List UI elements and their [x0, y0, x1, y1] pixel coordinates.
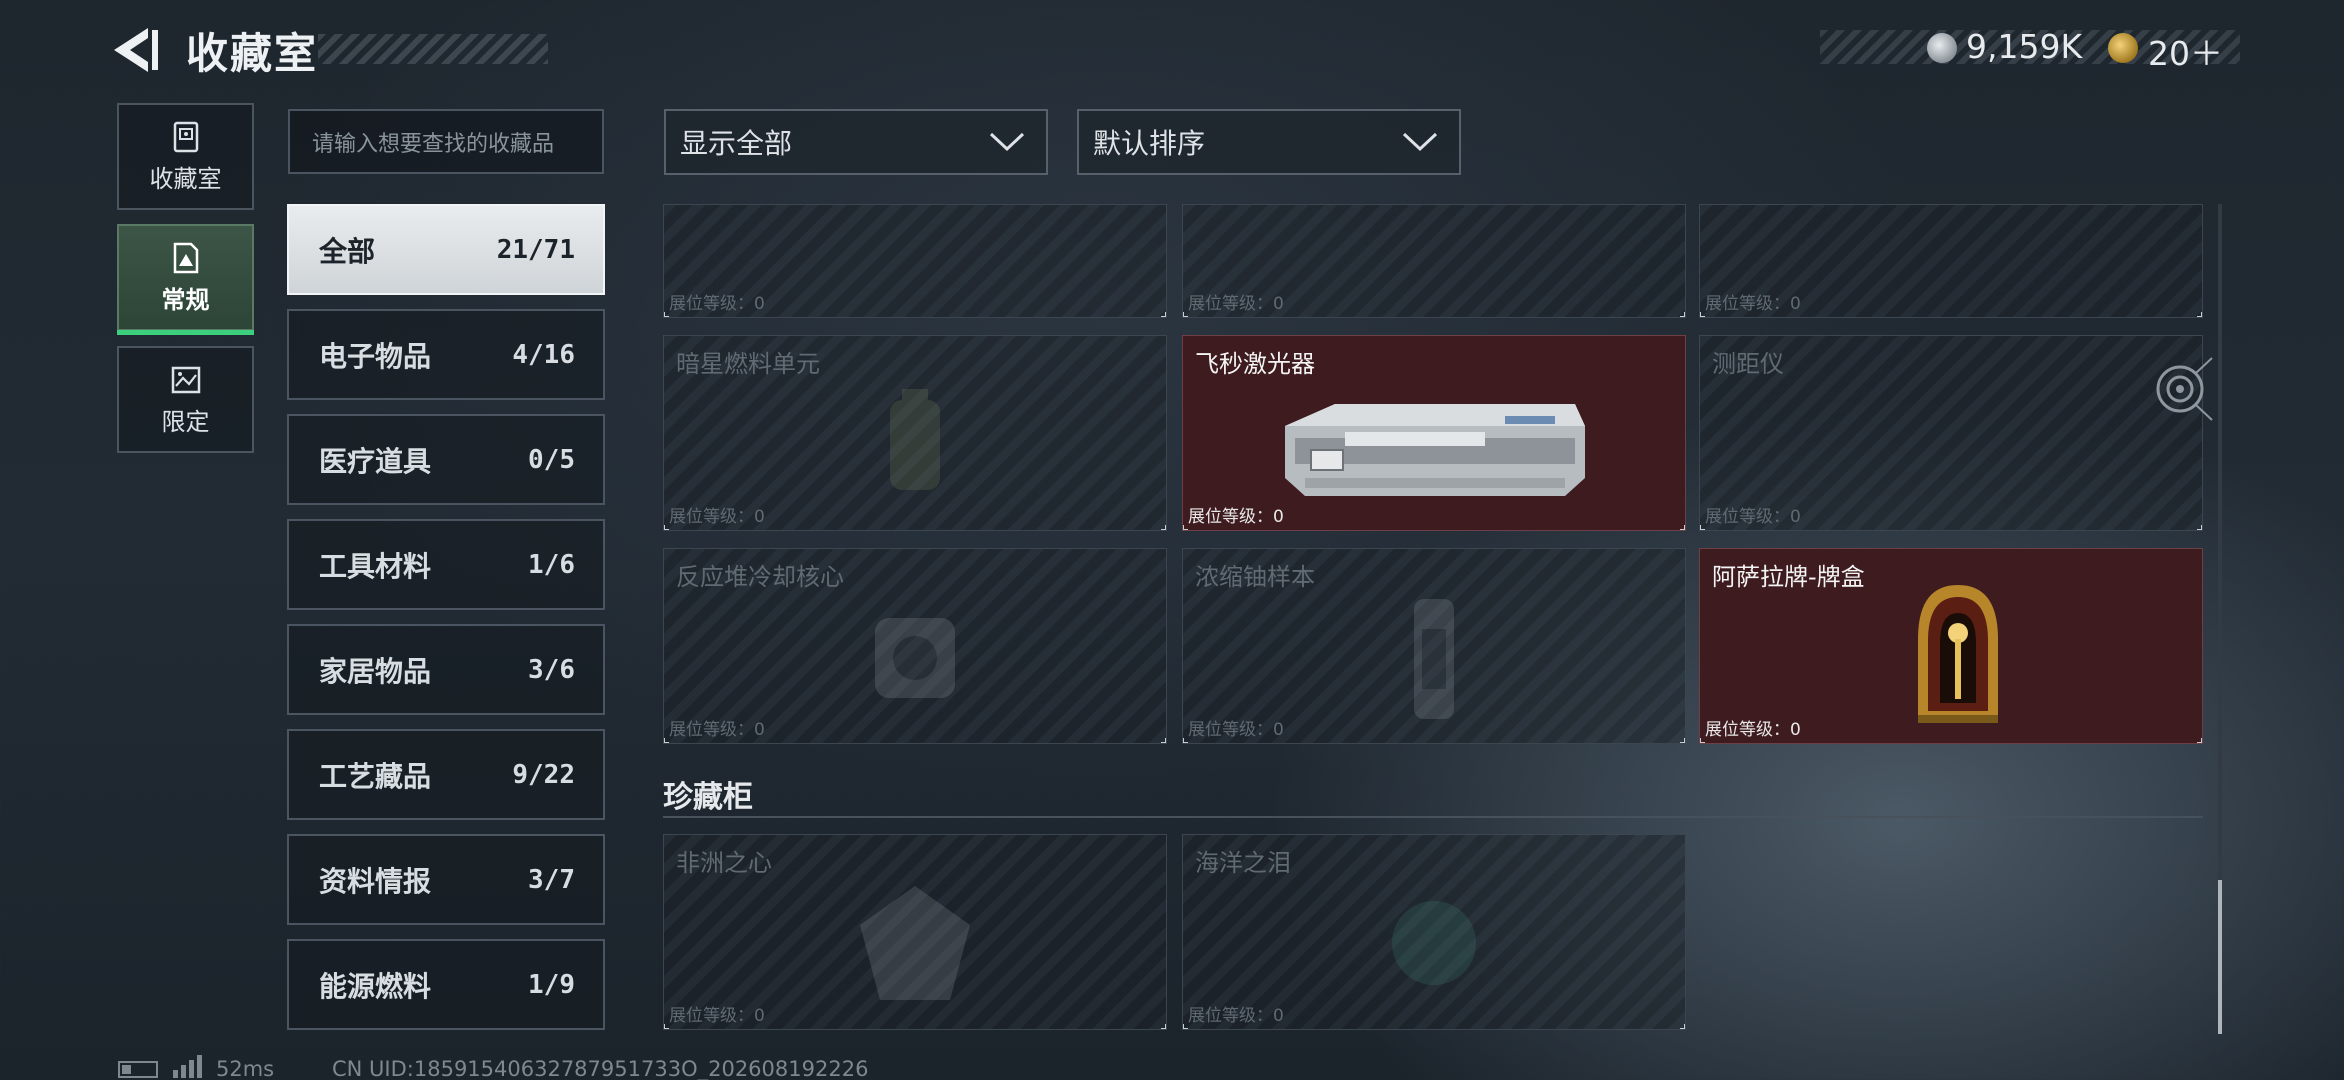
- category-count: 1/9: [528, 969, 575, 1000]
- item-name: 阿萨拉牌-牌盒: [1712, 563, 1865, 591]
- item-level: 展位等级：0: [669, 507, 765, 527]
- rail-tab-regular[interactable]: 常规: [117, 224, 254, 335]
- category-name: 工艺藏品: [319, 759, 432, 793]
- reactor-core-icon: [875, 618, 955, 698]
- category-count: 21/71: [496, 234, 575, 265]
- collection-item-slot[interactable]: 暗星燃料单元 展位等级：0: [663, 335, 1167, 531]
- item-name: 非洲之心: [676, 849, 772, 877]
- chevron-down-icon: [989, 132, 1025, 152]
- category-medical[interactable]: 医疗道具 0/5: [287, 414, 605, 505]
- uranium-sample-icon: [1414, 599, 1454, 719]
- category-household[interactable]: 家居物品 3/6: [287, 624, 605, 715]
- category-count: 3/6: [528, 654, 575, 685]
- collection-item-slot[interactable]: 阿萨拉牌-牌盒 展位等级：0: [1699, 548, 2203, 744]
- search-input[interactable]: 请输入想要查找的收藏品: [288, 109, 604, 174]
- signal-icon: [173, 1055, 202, 1078]
- category-name: 电子物品: [319, 339, 432, 373]
- category-count: 9/22: [512, 759, 575, 790]
- category-name: 家居物品: [319, 654, 432, 688]
- category-name: 工具材料: [319, 549, 432, 583]
- category-all[interactable]: 全部 21/71: [287, 204, 605, 295]
- gold-currency-value: 20＋: [2148, 34, 2223, 73]
- gold-coin-icon: [2108, 33, 2138, 63]
- category-tools[interactable]: 工具材料 1/6: [287, 519, 605, 610]
- item-level: 展位等级：0: [1188, 507, 1284, 527]
- collection-item-slot[interactable]: 反应堆冷却核心 展位等级：0: [663, 548, 1167, 744]
- collection-item-slot[interactable]: 浓缩铀样本 展位等级：0: [1182, 548, 1686, 744]
- collection-item-slot[interactable]: 海洋之泪 展位等级：0: [1182, 834, 1686, 1030]
- item-name: 飞秒激光器: [1195, 350, 1315, 378]
- collection-item-slot[interactable]: 飞秒激光器 展位等级：0: [1182, 335, 1686, 531]
- back-arrow-icon[interactable]: [110, 26, 164, 74]
- filter-dropdown[interactable]: 显示全部: [664, 109, 1048, 175]
- chevron-down-icon: [1402, 132, 1438, 152]
- category-crafts[interactable]: 工艺藏品 9/22: [287, 729, 605, 820]
- item-level: 展位等级：0: [1188, 720, 1284, 740]
- document-icon: [173, 242, 198, 274]
- collection-item-slot[interactable]: 展位等级：0: [1699, 204, 2203, 318]
- user-uid: CN UID:18591540632787951733O_20260819222…: [332, 1057, 869, 1080]
- item-level: 展位等级：0: [669, 294, 765, 314]
- collection-item-slot[interactable]: 测距仪 展位等级：0: [1699, 335, 2203, 531]
- collection-item-slot[interactable]: 展位等级：0: [663, 204, 1167, 318]
- category-name: 医疗道具: [319, 444, 432, 478]
- category-name: 资料情报: [319, 864, 432, 898]
- item-level: 展位等级：0: [1705, 720, 1801, 740]
- item-level: 展位等级：0: [669, 720, 765, 740]
- category-count: 1/6: [528, 549, 575, 580]
- item-level: 展位等级：0: [1705, 294, 1801, 314]
- laser-device-icon: [1285, 404, 1585, 496]
- collection-item-slot[interactable]: 非洲之心 展位等级：0: [663, 834, 1167, 1030]
- category-energy[interactable]: 能源燃料 1/9: [287, 939, 605, 1030]
- section-divider: [663, 816, 2203, 818]
- sort-dropdown[interactable]: 默认排序: [1077, 109, 1461, 175]
- collection-item-slot[interactable]: 展位等级：0: [1182, 204, 1686, 318]
- rail-label: 常规: [161, 286, 210, 314]
- page-title: 收藏室: [186, 29, 319, 78]
- sort-value: 默认排序: [1093, 127, 1206, 160]
- fuel-cell-icon: [890, 389, 940, 490]
- category-count: 3/7: [528, 864, 575, 895]
- item-name: 反应堆冷却核心: [676, 563, 844, 591]
- category-count: 4/16: [512, 339, 575, 370]
- section-title: 珍藏柜: [663, 780, 753, 815]
- filter-value: 显示全部: [680, 127, 793, 160]
- rail-tab-collection[interactable]: 收藏室: [117, 103, 254, 210]
- item-name: 海洋之泪: [1195, 849, 1291, 877]
- category-name: 能源燃料: [319, 969, 432, 1003]
- ping-value: 52ms: [216, 1057, 275, 1080]
- title-decoration: [318, 34, 548, 64]
- item-level: 展位等级：0: [669, 1006, 765, 1026]
- item-name: 测距仪: [1712, 350, 1784, 378]
- silver-coin-icon: [1927, 33, 1957, 63]
- item-level: 展位等级：0: [1705, 507, 1801, 527]
- category-intel[interactable]: 资料情报 3/7: [287, 834, 605, 925]
- pearl-icon: [1392, 901, 1476, 985]
- card-box-icon: [1918, 585, 1998, 723]
- gem-icon: [860, 886, 970, 1000]
- item-name: 浓缩铀样本: [1195, 563, 1315, 591]
- item-level: 展位等级：0: [1188, 294, 1284, 314]
- scrollbar-thumb[interactable]: [2218, 880, 2222, 1034]
- rail-label: 收藏室: [149, 165, 222, 193]
- silver-currency-value: 9,159K: [1966, 27, 2083, 66]
- item-level: 展位等级：0: [1188, 1006, 1284, 1026]
- rail-tab-limited[interactable]: 限定: [117, 346, 254, 453]
- rail-label: 限定: [161, 408, 210, 436]
- category-count: 0/5: [528, 444, 575, 475]
- vault-icon: [173, 121, 198, 153]
- item-name: 暗星燃料单元: [676, 350, 820, 378]
- category-name: 全部: [319, 234, 376, 268]
- image-icon: [171, 366, 200, 394]
- category-electronics[interactable]: 电子物品 4/16: [287, 309, 605, 400]
- battery-icon: [118, 1061, 158, 1078]
